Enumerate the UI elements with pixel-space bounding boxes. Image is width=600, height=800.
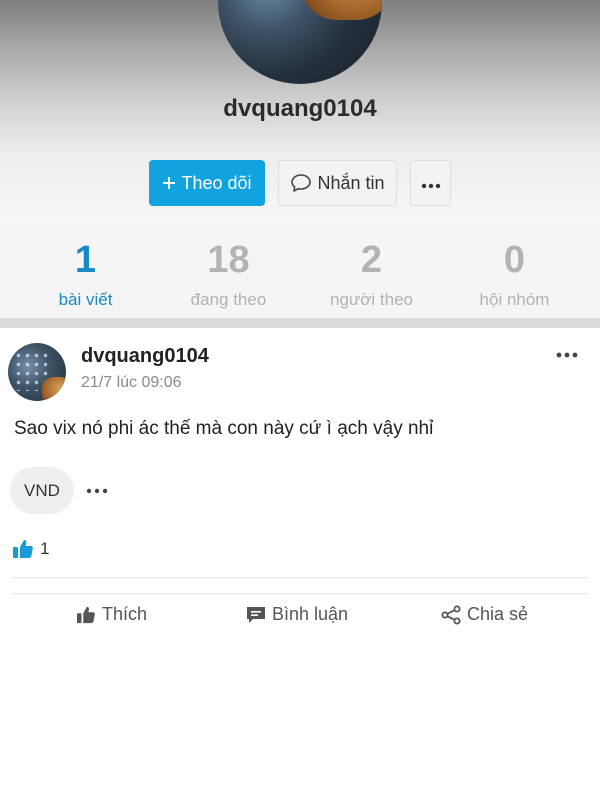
post-card: dvquang0104 21/7 lúc 09:06 Sao vix nó ph… [0,328,600,800]
stat-label: bài viết [58,290,113,309]
ellipsis-icon [86,481,108,499]
like-count: 1 [40,539,50,558]
stat-following[interactable]: 18 đang theo [157,222,300,318]
profile-avatar[interactable] [218,0,382,84]
ellipsis-icon [555,345,579,363]
message-button-label: Nhắn tin [317,172,385,193]
stat-label: đang theo [190,290,267,309]
post-author-name[interactable]: dvquang0104 [81,345,209,368]
message-button[interactable]: Nhắn tin [278,160,397,206]
avatar-dog-image [42,377,66,401]
stat-groups[interactable]: 0 hội nhóm [443,222,586,318]
tag-more-button[interactable] [83,480,111,500]
profile-more-button[interactable] [410,160,451,206]
like-button-label: Thích [102,604,148,624]
stat-value: 0 [503,239,526,281]
like-summary[interactable]: 1 [12,539,49,559]
stock-tag-chip[interactable]: VND [10,467,74,514]
profile-header: dvquang0104 Theo dõi Nhắn tin [0,0,600,222]
stat-value: 18 [207,239,250,281]
stat-label: người theo [329,290,414,309]
thumbs-up-icon [76,606,96,624]
profile-stats: 1 bài viết 18 đang theo 2 người theo 0 h… [0,222,600,318]
stat-followers[interactable]: 2 người theo [300,222,443,318]
stat-label: hội nhóm [479,290,550,309]
share-button[interactable]: Chia sẻ [441,604,528,625]
comment-icon [246,606,266,624]
post-content: Sao vix nó phi ác thế mà con này cứ ì ạc… [14,418,434,439]
stat-value: 1 [74,239,97,281]
stat-posts[interactable]: 1 bài viết [14,222,157,318]
ellipsis-icon [420,173,442,194]
comment-button[interactable]: Bình luận [246,604,348,625]
post-options-button[interactable] [552,342,582,366]
thumbs-up-icon [12,539,34,559]
post-separator [12,577,588,578]
post-timestamp: 21/7 lúc 09:06 [81,374,182,391]
like-button[interactable]: Thích [76,604,147,625]
share-icon [441,605,461,625]
plus-icon [162,176,176,190]
comment-button-label: Bình luận [272,604,349,624]
follow-button-label: Theo dõi [181,172,252,193]
post-author-avatar[interactable] [8,343,66,401]
chat-bubble-icon [290,173,312,193]
section-divider [0,318,600,328]
post-actions-bar: Thích Bình luận Chia sẻ [0,604,600,634]
follow-button[interactable]: Theo dõi [149,160,265,206]
profile-username: dvquang0104 [223,95,377,122]
stat-value: 2 [360,239,383,281]
avatar-dog-image [302,0,382,20]
post-separator [12,593,588,594]
share-button-label: Chia sẻ [467,604,529,624]
